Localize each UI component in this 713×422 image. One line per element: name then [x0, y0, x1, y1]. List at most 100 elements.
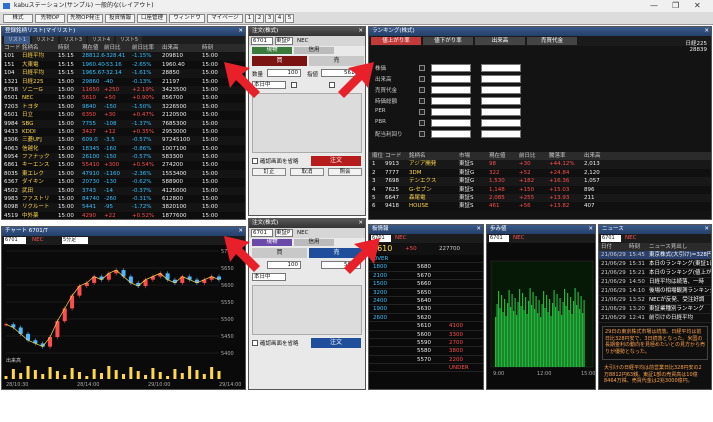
filter-checkbox[interactable] [419, 120, 425, 126]
filter-min-input[interactable] [431, 119, 471, 127]
qty-input[interactable]: 100 [267, 261, 301, 269]
filter-max-input[interactable] [481, 119, 521, 127]
menu-item[interactable]: 投資情報 [105, 14, 135, 23]
table-row[interactable]: 6861 キーエンス 15:00 55410 +300 +0.54% 274200 15:00 [2, 161, 245, 170]
table-row[interactable]: 6501 日立 15:00 6350 +30 +0.47% 2120500 15:00 [2, 111, 245, 120]
inquiry-button[interactable]: 照会 [328, 168, 362, 176]
ranking-tab[interactable]: 出来高 [475, 37, 525, 45]
filter-min-input[interactable] [431, 64, 471, 72]
filter-max-input[interactable] [481, 75, 521, 83]
news-item[interactable]: 21/06/29 14:50 日経平均は続落、一時 [599, 278, 711, 288]
page-button[interactable]: 3 [265, 14, 274, 23]
column-header[interactable]: 前日比 [104, 44, 121, 52]
table-row[interactable]: 3 7698 テンエクス 東証G 1,530 +182 +16.36 1,057 [369, 177, 711, 186]
column-header[interactable]: 出来高 [584, 152, 601, 160]
order-book-row[interactable]: OVER [369, 255, 483, 264]
filter-checkbox[interactable] [419, 131, 425, 137]
column-header[interactable]: コード [385, 152, 402, 160]
column-header[interactable]: 市場 [459, 152, 470, 160]
menu-item[interactable]: マイページ [207, 14, 243, 23]
filter-min-input[interactable] [431, 108, 471, 116]
filter-min-input[interactable] [431, 97, 471, 105]
filter-checkbox[interactable] [419, 65, 425, 71]
exchange-select[interactable]: 東証P [275, 229, 293, 237]
close-icon[interactable]: ✕ [704, 27, 709, 36]
column-header[interactable]: 時刻 [58, 44, 69, 52]
menu-item[interactable]: 口座管理 [137, 14, 167, 23]
table-row[interactable]: 1 9913 アジア開発 東証S 98 +30 +44.12% 2,013 [369, 160, 711, 169]
column-header[interactable]: 銘柄名 [409, 152, 426, 160]
table-row[interactable]: 6501 NEC 15:00 5610 +50 +0.90% 856700 15:00 [2, 94, 245, 103]
table-row[interactable]: 4519 中外薬 15:00 4290 +22 +0.52% 1877600 15:00 [2, 211, 245, 219]
condition-select[interactable]: 本日中 [252, 273, 286, 281]
table-row[interactable]: 6367 ダイキン 15:00 20730 -130 -0.62% 588900 15:00 [2, 178, 245, 187]
order-book-row[interactable]: 2600 5620 [369, 314, 483, 323]
column-header[interactable]: 前日比率 [132, 44, 154, 52]
order-book-row[interactable]: 1500 5660 [369, 280, 483, 289]
news-item[interactable]: 21/06/29 14:10 後場の相場観測ランキング [599, 287, 711, 297]
table-row[interactable]: 6954 ファナック 15:00 26100 -150 -0.57% 583300 15:00 [2, 153, 245, 162]
symbol-code-input[interactable]: 6701 [251, 37, 273, 45]
news-code-input[interactable]: 6701 [601, 235, 621, 242]
submit-order-button[interactable]: 注文 [311, 156, 361, 166]
filter-max-input[interactable] [481, 86, 521, 94]
order-book-row[interactable]: 1900 5630 [369, 305, 483, 314]
chart-code-input[interactable]: 6701 [4, 237, 26, 244]
filter-min-input[interactable] [431, 75, 471, 83]
menu-item[interactable]: 先物OP発注 [67, 14, 103, 23]
column-header[interactable]: 銘柄名 [22, 44, 39, 52]
order-book-row[interactable]: 3200 5650 [369, 289, 483, 297]
close-icon[interactable]: ✕ [588, 225, 593, 234]
qty-input[interactable]: 100 [267, 69, 301, 77]
submit-order-button[interactable]: 注文 [311, 338, 361, 348]
skip-confirm-checkbox[interactable] [252, 340, 258, 346]
order-book-row[interactable]: 5610 4100 [369, 322, 483, 331]
order-book-row[interactable]: 2400 5640 [369, 297, 483, 306]
column-header[interactable]: 順位 [372, 152, 383, 160]
filter-checkbox[interactable] [419, 87, 425, 93]
table-row[interactable]: 151 大東電 15:15 1960.40 -53.16 -2.65% 1960.40 15:… [2, 60, 245, 70]
table-row[interactable]: 6098 リクルート 15:00 5441 -95 -1.72% 3820100 15:00 [2, 203, 245, 212]
condition-option[interactable] [291, 82, 297, 88]
column-header[interactable]: 日付 [601, 243, 612, 251]
filter-max-input[interactable] [481, 130, 521, 138]
table-row[interactable]: 104 日経平均 15:15 1965.67 -32.14 -1.61% 28850 15:0… [2, 69, 245, 78]
order-book-row[interactable]: 5580 3800 [369, 347, 483, 356]
close-icon[interactable]: ✕ [704, 225, 709, 234]
table-row[interactable]: 9433 KDDI 15:00 3427 +12 +0.35% 2953000 15:00 [2, 127, 245, 137]
column-header[interactable]: 出来高 [162, 44, 179, 52]
column-header[interactable]: 騰落率 [549, 152, 566, 160]
table-row[interactable]: 6 9418 HOUSE 東証S 461 +56 +13.82 407 [369, 202, 711, 211]
modify-button[interactable]: 訂正 [252, 168, 286, 176]
watchlist-tab[interactable]: リスト5 [116, 36, 142, 44]
table-row[interactable]: 7203 トヨタ 15:00 9840 -150 -1.50% 3226500 15:00 [2, 102, 245, 112]
table-row[interactable]: 9983 ファストリ 15:00 84740 -260 -0.31% 612800 15:00 [2, 195, 245, 204]
table-row[interactable]: 8306 三菱UFJ 15:00 609.0 -3.5 -0.57% 97245100 15:… [2, 136, 245, 145]
news-item[interactable]: 21/06/29 13:20 東証業種別ランキング [599, 305, 711, 315]
price-chart[interactable]: 5700565056005550550054505400出来高28/10:30 2… [2, 245, 246, 389]
skip-confirm-checkbox[interactable] [252, 158, 258, 164]
order-book-row[interactable]: UNDER [369, 364, 483, 373]
tab-margin[interactable]: 信用 [294, 47, 334, 54]
news-item[interactable]: 21/06/29 12:41 前引けの日経平均 [599, 314, 711, 324]
intraday-chart[interactable]: 9:00 12:00 15:00 [487, 243, 596, 389]
filter-checkbox[interactable] [419, 98, 425, 104]
column-header[interactable]: 時刻 [629, 243, 640, 251]
filter-min-input[interactable] [431, 130, 471, 138]
close-icon[interactable]: ✕ [358, 27, 363, 36]
order-book-row[interactable]: 5570 2200 [369, 356, 483, 365]
page-button[interactable]: 1 [245, 14, 254, 23]
table-row[interactable]: 4 7625 G-セブン 東証S 1,148 +150 +15.03 896 [369, 185, 711, 194]
column-header[interactable]: 時刻 [202, 44, 213, 52]
watchlist-tab[interactable]: リスト3 [60, 36, 86, 44]
table-row[interactable]: 4063 信越化 15:00 18345 -160 -0.86% 1007100 15:00 [2, 144, 245, 154]
news-item[interactable]: 21/06/29 15:45 東京株式(大引け)=328円 [599, 251, 711, 261]
tab-margin[interactable]: 信用 [294, 239, 334, 246]
page-button[interactable]: 4 [275, 14, 284, 23]
watchlist-tab[interactable]: リスト2 [32, 36, 58, 44]
maximize-button[interactable]: ❐ [672, 0, 679, 12]
column-header[interactable]: ニュース見出し [649, 243, 687, 251]
table-row[interactable]: 2 7777 3DM 東証G 322 +52 +24.84 2,120 [369, 168, 711, 178]
table-row[interactable]: 9984 SBG 15:00 7755 -108 -1.37% 7685300 15:00 [2, 119, 245, 128]
filter-min-input[interactable] [431, 86, 471, 94]
